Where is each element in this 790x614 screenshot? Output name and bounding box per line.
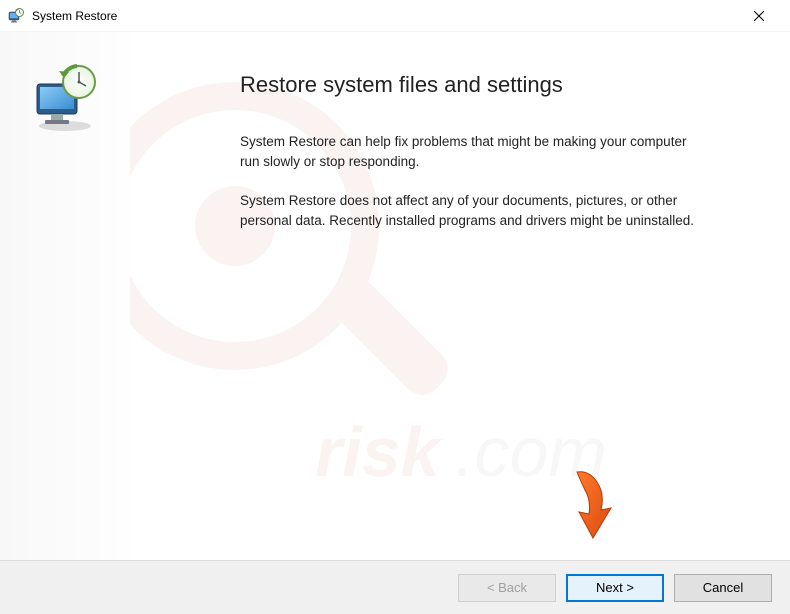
description-paragraph-1: System Restore can help fix problems tha… [240, 132, 700, 171]
wizard-sidebar [0, 32, 130, 560]
system-restore-icon [8, 8, 24, 24]
page-headline: Restore system files and settings [240, 72, 742, 98]
system-restore-large-icon [29, 62, 101, 134]
close-button[interactable] [736, 1, 782, 31]
titlebar: System Restore [0, 0, 790, 32]
wizard-main-panel: Restore system files and settings System… [130, 32, 790, 560]
close-icon [754, 11, 764, 21]
back-button: < Back [458, 574, 556, 602]
window-title: System Restore [32, 9, 736, 23]
wizard-button-row: < Back Next > Cancel [0, 560, 790, 614]
description-paragraph-2: System Restore does not affect any of yo… [240, 191, 700, 230]
next-button[interactable]: Next > [566, 574, 664, 602]
system-restore-window: System Restore risk .com [0, 0, 790, 614]
content-area: risk .com [0, 32, 790, 560]
cancel-button[interactable]: Cancel [674, 574, 772, 602]
